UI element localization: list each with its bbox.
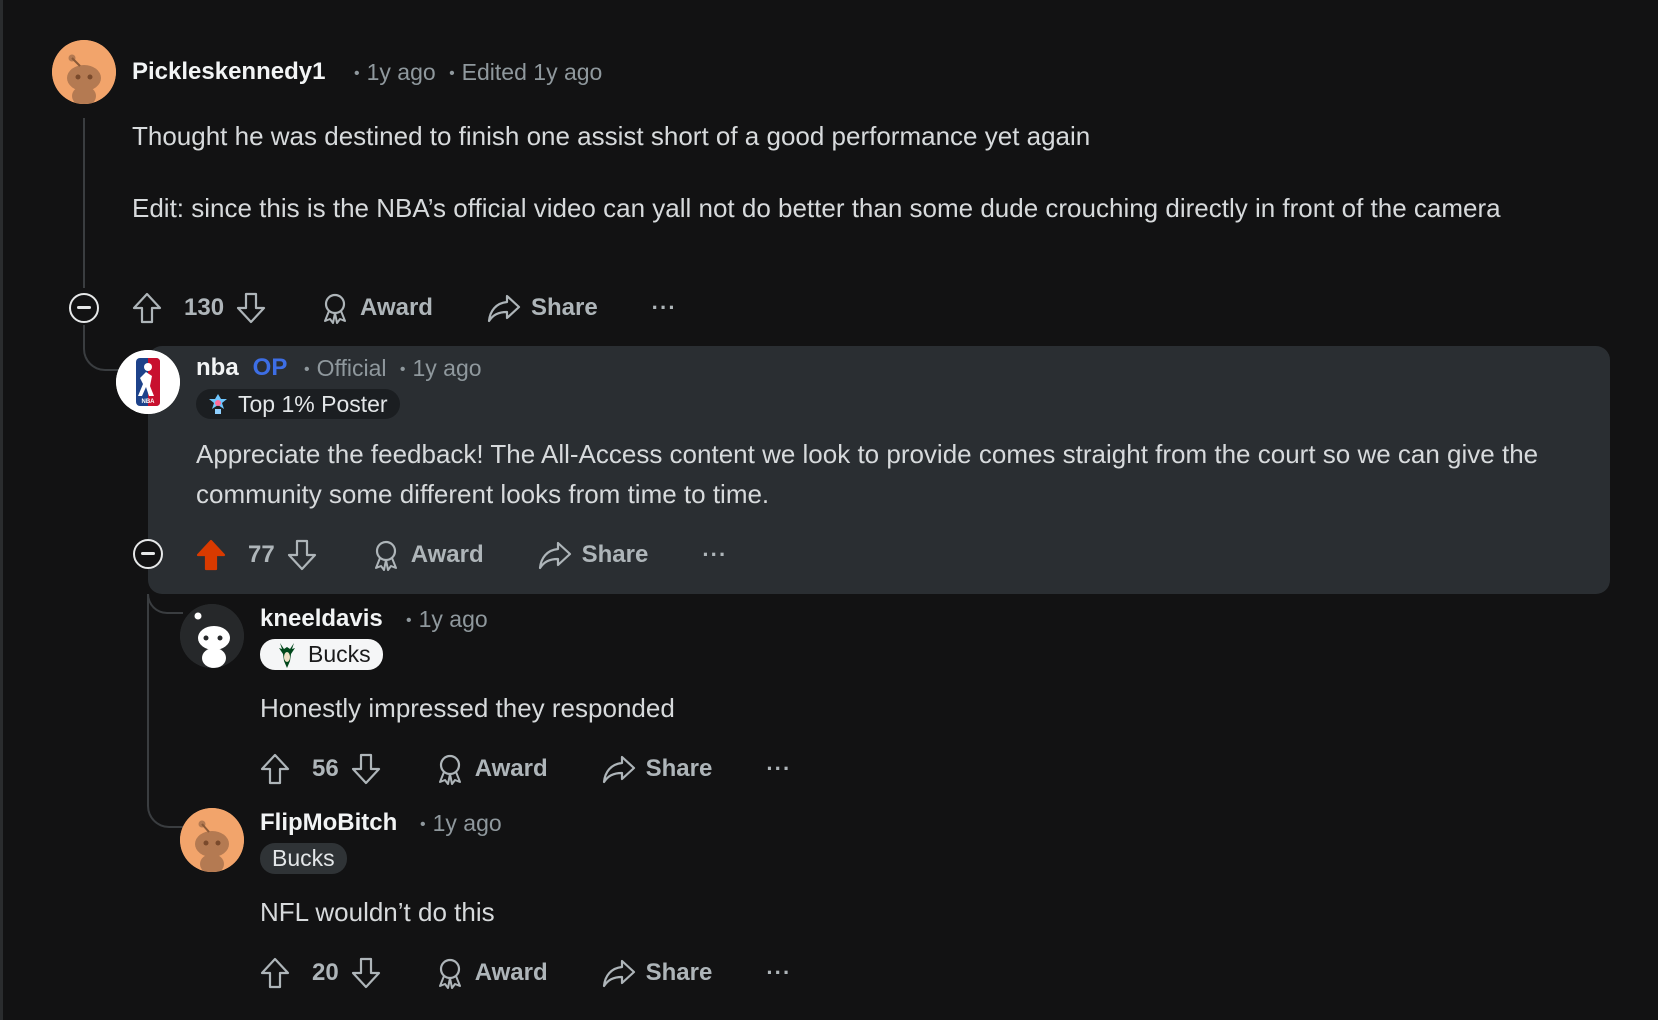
vote-count: 130 (184, 294, 225, 321)
username-text: nba (196, 354, 239, 381)
vote-count: 56 (312, 755, 339, 782)
vote-count: 77 (248, 541, 275, 568)
downvote-button[interactable] (287, 539, 327, 571)
timestamp: 1y ago (412, 355, 482, 381)
share-icon (602, 959, 635, 988)
upvote-icon (260, 957, 290, 989)
comment-meta: • 1y ago (420, 810, 502, 836)
vote-count: 20 (312, 959, 339, 986)
share-icon (538, 541, 571, 570)
comment-thread: Pickleskennedy1 • 1y ago • Edited 1y ago T… (0, 0, 1658, 1020)
award-icon (374, 540, 397, 571)
downvote-icon (236, 292, 266, 324)
share-label: Share (581, 541, 649, 568)
downvote-button[interactable] (236, 292, 276, 324)
action-bar: 77 Award Share ··· (196, 535, 727, 575)
award-button[interactable]: Award (371, 539, 484, 571)
award-button[interactable]: Award (320, 292, 433, 324)
svg-text:NBA: NBA (142, 399, 156, 405)
op-badge: OP (252, 354, 288, 381)
top-poster-badge-icon (209, 394, 227, 414)
snoo-avatar-icon (52, 40, 116, 104)
share-button[interactable]: Share (602, 754, 713, 784)
avatar[interactable] (52, 40, 116, 104)
downvote-icon (351, 753, 380, 785)
upvote-button[interactable] (196, 539, 236, 571)
timestamp: 1y ago (418, 606, 488, 632)
share-label: Share (645, 959, 713, 986)
comment-body: Honestly impressed they responded (260, 693, 675, 723)
username[interactable]: FlipMoBitch (260, 808, 397, 838)
edited-label: Edited 1y ago (461, 59, 603, 85)
snoo-avatar-icon (180, 808, 244, 872)
username[interactable]: nba OP (196, 353, 287, 383)
collapse-button[interactable] (133, 539, 163, 569)
share-button[interactable]: Share (538, 540, 649, 570)
comment-body: NFL wouldn’t do this (260, 897, 495, 927)
action-bar: 130 Award Share ··· (132, 288, 677, 328)
comment-body-edit: Edit: since this is the NBA’s official v… (132, 193, 1501, 223)
timestamp: 1y ago (432, 810, 502, 836)
share-icon (487, 294, 521, 323)
thread-line (83, 118, 85, 288)
award-label: Award (474, 959, 548, 986)
thread-connector (147, 594, 183, 828)
more-options-button[interactable]: ··· (766, 756, 791, 782)
downvote-button[interactable] (351, 957, 391, 989)
upvote-button[interactable] (260, 753, 300, 785)
more-options-button[interactable]: ··· (652, 295, 677, 321)
left-border (0, 0, 3, 1020)
upvote-icon (196, 539, 226, 571)
comment-meta: • 1y ago • Edited 1y ago (354, 59, 603, 85)
bucks-logo-icon (279, 642, 295, 668)
avatar[interactable] (180, 808, 244, 872)
upvote-button[interactable] (132, 292, 172, 324)
more-options-button[interactable]: ··· (766, 960, 791, 986)
share-button[interactable]: Share (487, 293, 598, 323)
flair-label: Top 1% Poster (238, 391, 388, 417)
avatar[interactable]: NBA (116, 350, 180, 414)
award-label: Award (360, 294, 433, 321)
comment-meta: • 1y ago (406, 606, 488, 632)
upvote-button[interactable] (260, 957, 300, 989)
timestamp: 1y ago (366, 59, 436, 85)
official-label: Official (316, 355, 387, 381)
award-label: Award (474, 755, 548, 782)
user-flair: Bucks (260, 639, 383, 670)
award-icon (438, 958, 461, 989)
username[interactable]: kneeldavis (260, 604, 383, 634)
share-button[interactable]: Share (602, 958, 713, 988)
upvote-icon (132, 292, 162, 324)
award-icon (324, 293, 347, 324)
comment-body: Thought he was destined to finish one as… (132, 121, 1091, 151)
downvote-icon (351, 957, 380, 989)
user-flair: Top 1% Poster (196, 389, 400, 419)
action-bar: 56 Award Share ··· (260, 749, 791, 789)
award-icon (438, 754, 461, 785)
thread-connector (83, 325, 119, 371)
award-button[interactable]: Award (435, 957, 548, 989)
collapse-button[interactable] (69, 293, 99, 323)
comment-body: Appreciate the feedback! The All-Access … (196, 439, 1539, 509)
username[interactable]: Pickleskennedy1 (132, 57, 325, 87)
upvote-icon (260, 753, 290, 785)
share-label: Share (530, 294, 598, 321)
share-icon (602, 755, 635, 784)
avatar[interactable] (180, 604, 244, 668)
snoo-avatar-icon (180, 604, 244, 668)
user-flair: Bucks (260, 843, 347, 874)
downvote-icon (287, 539, 316, 571)
downvote-button[interactable] (351, 753, 391, 785)
more-options-button[interactable]: ··· (702, 542, 727, 568)
award-button[interactable]: Award (435, 753, 548, 785)
nba-logo-icon: NBA (116, 350, 180, 414)
action-bar: 20 Award Share ··· (260, 953, 791, 993)
award-label: Award (410, 541, 484, 568)
flair-label: Bucks (308, 641, 371, 667)
share-label: Share (645, 755, 713, 782)
comment-meta: • Official • 1y ago (304, 355, 482, 381)
